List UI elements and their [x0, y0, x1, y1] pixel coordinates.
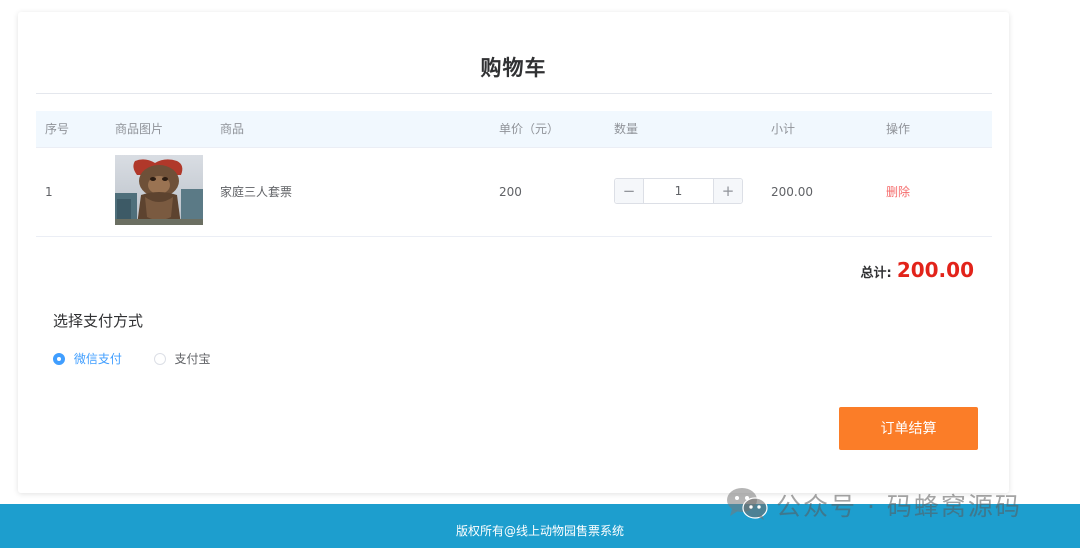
row-subtotal: 200.00 — [771, 185, 813, 199]
quantity-stepper: − + — [614, 178, 743, 204]
product-image — [115, 155, 203, 225]
watermark-text: 公众号 · 码蜂窝源码 — [776, 492, 1022, 521]
header-price: 单价（元） — [499, 122, 560, 136]
radio-alipay-label: 支付宝 — [174, 352, 211, 366]
row-product-name: 家庭三人套票 — [220, 185, 293, 199]
minus-icon[interactable]: − — [615, 179, 644, 203]
monkey-statue-image — [115, 155, 203, 225]
cart-total: 总计: 200.00 — [861, 258, 974, 282]
radio-alipay[interactable]: 支付宝 — [153, 350, 211, 367]
header-name: 商品 — [220, 122, 245, 136]
cart-table: 序号 商品图片 商品 单价（元） 数量 小计 操作 1 家庭三人套票 200 −… — [36, 111, 992, 237]
payment-method-title: 选择支付方式 — [53, 312, 144, 330]
footer-copyright: 版权所有@线上动物园售票系统 — [455, 524, 624, 538]
plus-icon[interactable]: + — [713, 179, 742, 203]
table-row: 1 家庭三人套票 200 − 1 + 200.00 删除 — [36, 148, 992, 237]
title-divider — [36, 93, 992, 94]
checkout-button[interactable]: 订单结算 — [839, 407, 978, 450]
table-header: 序号 商品图片 商品 单价（元） 数量 小计 操作 — [36, 111, 992, 148]
row-price: 200 — [499, 185, 522, 199]
radio-wechat-pay[interactable]: 微信支付 — [53, 350, 122, 367]
radio-wechat-label: 微信支付 — [73, 352, 122, 366]
header-image: 商品图片 — [115, 122, 164, 136]
radio-wechat-dot[interactable] — [53, 352, 65, 365]
row-seq: 1 — [45, 185, 53, 199]
delete-button[interactable]: 删除 — [886, 148, 910, 236]
header-subtotal: 小计 — [771, 122, 796, 136]
header-seq: 序号 — [45, 122, 70, 136]
wechat-icon — [727, 488, 768, 520]
quantity-input[interactable] — [644, 179, 713, 203]
payment-radio-group: 微信支付 支付宝 — [53, 350, 239, 367]
total-value: 200.00 — [896, 258, 974, 282]
header-quantity: 数量 — [614, 122, 639, 136]
cart-card: 购物车 序号 商品图片 商品 单价（元） 数量 小计 操作 1 家庭三人套票 2… — [18, 12, 1009, 493]
total-label: 总计: — [860, 266, 892, 281]
radio-alipay-dot[interactable] — [153, 352, 166, 365]
page-title: 购物车 — [480, 56, 547, 80]
header-action: 操作 — [886, 122, 911, 136]
